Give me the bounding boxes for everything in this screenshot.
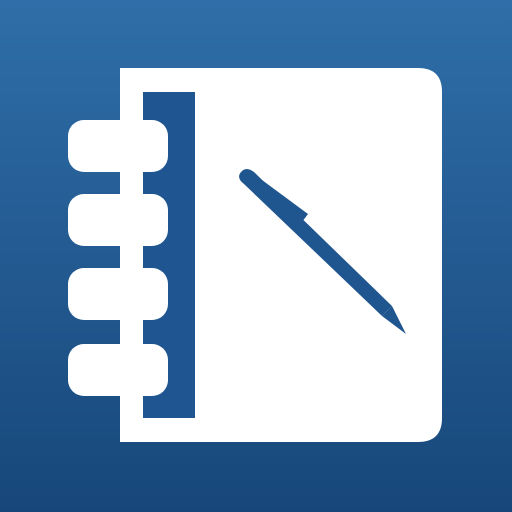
binder-ring [68,344,168,396]
notebook-icon-graphic [0,0,512,512]
binder-ring [68,268,168,320]
binder-ring [68,194,168,246]
notebook-app-icon [0,0,512,512]
binder-ring [68,120,168,172]
